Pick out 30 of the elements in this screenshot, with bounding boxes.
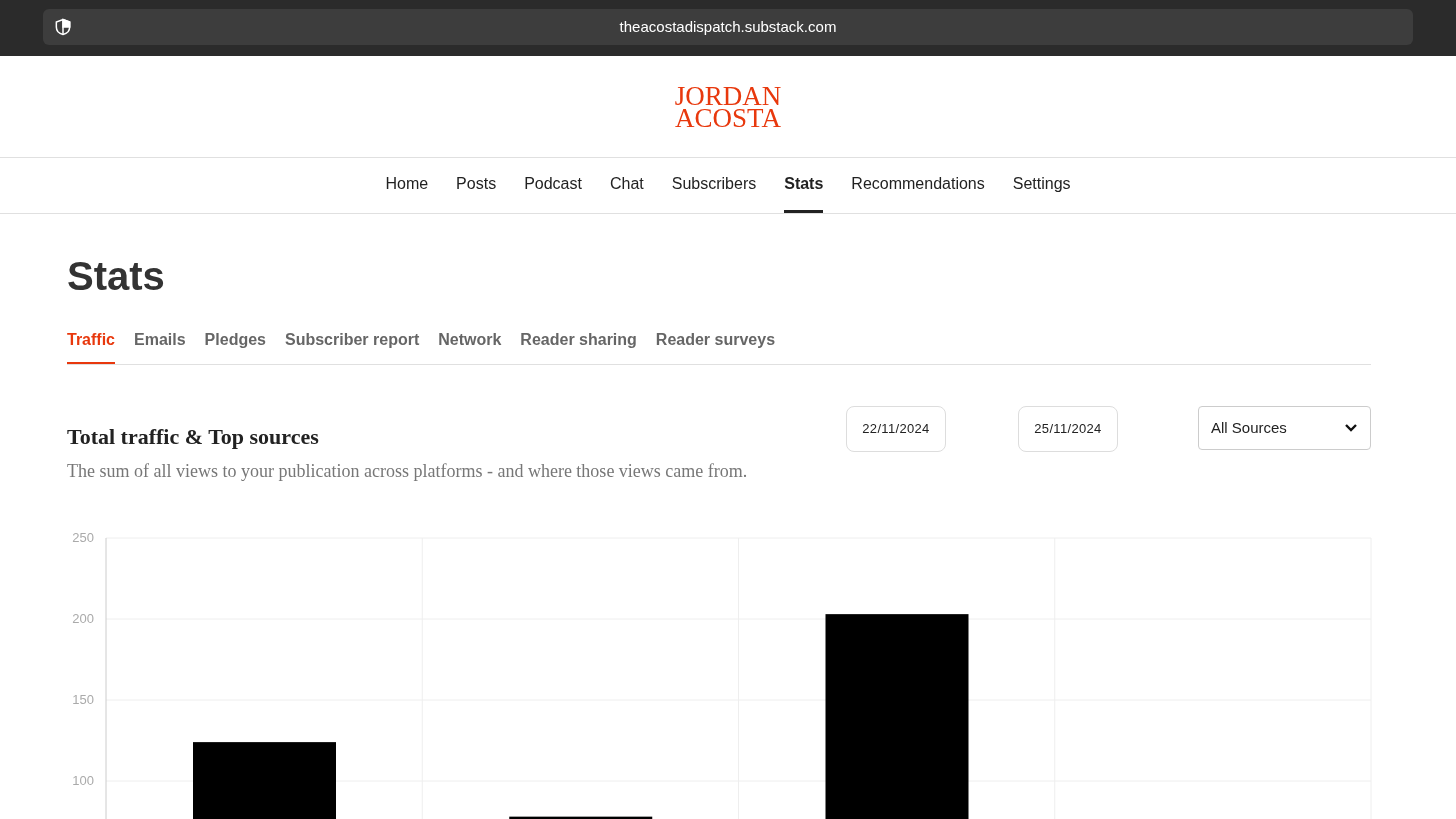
end-date-field[interactable]: 25/11/2024 [1018,406,1118,452]
tab[interactable]: Traffic [67,328,115,364]
nav-link[interactable]: Posts [456,158,497,213]
address-bar[interactable]: theacostadispatch.substack.com [43,9,1413,45]
source-select[interactable]: All Sources [1198,406,1371,450]
section-description: The sum of all views to your publication across platforms - and where those views came from. [67,460,749,483]
nav-link[interactable]: Subscribers [671,158,757,213]
tab[interactable]: Emails [134,328,186,364]
tab[interactable]: Subscriber report [284,328,420,364]
axis-label: 200 [72,611,94,626]
page-title: Stats [67,253,166,300]
chevron-down-icon [1344,423,1358,433]
url-text: theacostadispatch.substack.com [619,16,837,37]
tab[interactable]: Reader surveys [655,328,776,364]
tab[interactable]: Pledges [204,328,266,364]
tab[interactable]: Network [438,328,502,364]
section-title: Total traffic & Top sources [67,423,320,451]
nav-link[interactable]: Settings [1012,158,1071,213]
nav-link[interactable]: Stats [784,158,824,213]
axis-label: 100 [72,773,94,788]
tab[interactable]: Reader sharing [520,328,637,364]
axis-label: 250 [72,530,94,545]
nav-link[interactable]: Podcast [524,158,582,213]
shield-icon [53,17,73,37]
nav-link[interactable]: Recommendations [851,158,985,213]
logo[interactable]: JORDAN ACOSTA [674,84,782,129]
nav-link[interactable]: Chat [609,158,644,213]
start-date-field[interactable]: 22/11/2024 [846,406,946,452]
axis-label: 150 [72,692,94,707]
nav-link[interactable]: Home [385,158,429,213]
